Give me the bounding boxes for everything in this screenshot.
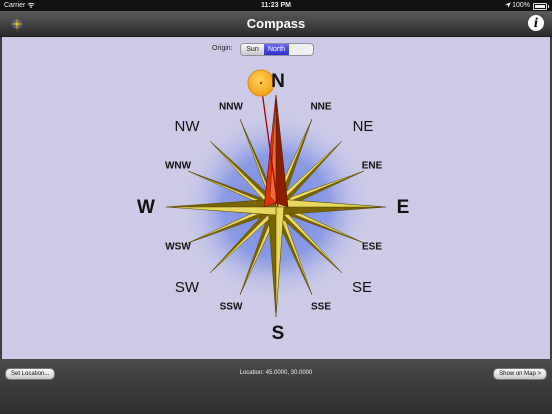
battery-percent: 100% bbox=[512, 1, 530, 9]
location-arrow-icon bbox=[505, 2, 511, 8]
direction-label-n: N bbox=[271, 71, 285, 92]
direction-label-e: E bbox=[397, 197, 410, 218]
navigation-bar: Compass i bbox=[0, 11, 552, 37]
direction-label-se: SE bbox=[352, 279, 372, 296]
direction-label-ssw: SSW bbox=[220, 302, 243, 313]
direction-label-wsw: WSW bbox=[165, 242, 191, 253]
direction-label-w: W bbox=[137, 197, 155, 218]
status-bar: Carrier 11:23 PM 100% bbox=[0, 0, 552, 11]
direction-label-ene: ENE bbox=[362, 161, 383, 172]
show-on-map-button[interactable]: Show on Map > bbox=[493, 368, 547, 380]
direction-label-ese: ESE bbox=[362, 242, 382, 253]
direction-label-sw: SW bbox=[175, 279, 200, 296]
sun-center-dot bbox=[259, 81, 263, 85]
direction-label-s: S bbox=[272, 323, 285, 344]
battery-icon bbox=[533, 2, 549, 10]
direction-label-sse: SSE bbox=[311, 302, 331, 313]
info-button[interactable]: i bbox=[528, 15, 544, 31]
compass-view: Origin: Sun North N E S W NE SE SW NW NN… bbox=[2, 37, 550, 359]
page-title: Compass bbox=[246, 16, 306, 31]
direction-label-ne: NE bbox=[353, 118, 374, 135]
direction-label-nne: NNE bbox=[310, 102, 331, 113]
location-readout: Location: 45.0000, 30.0000 bbox=[239, 370, 313, 376]
direction-label-wnw: WNW bbox=[165, 161, 192, 172]
clock-label: 11:23 PM bbox=[261, 1, 291, 9]
bottom-toolbar: Set Location... Location: 45.0000, 30.00… bbox=[0, 359, 552, 414]
direction-label-nnw: NNW bbox=[219, 102, 243, 113]
compass-rose: N E S W NE SE SW NW NNE ENE ESE SSE SSW … bbox=[137, 69, 410, 344]
direction-label-nw: NW bbox=[175, 118, 201, 135]
